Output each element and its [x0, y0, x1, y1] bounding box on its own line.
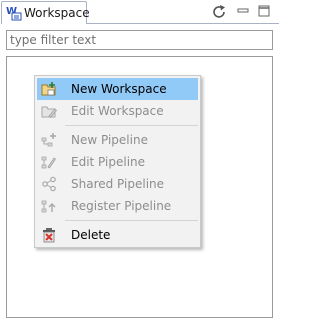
tab-label: Workspace: [24, 6, 90, 20]
menu-item-delete[interactable]: Delete: [37, 224, 198, 246]
menu-item-label: New Pipeline: [71, 133, 148, 147]
tab-bar-divider: [87, 23, 279, 24]
menu-separator: [65, 125, 198, 126]
menu-item-shared-pipeline[interactable]: Shared Pipeline: [37, 173, 198, 195]
menu-item-label: Edit Pipeline: [71, 155, 146, 169]
view-tab-bar: W Workspace: [0, 0, 279, 24]
edit-workspace-icon: [41, 103, 58, 119]
refresh-icon[interactable]: [210, 3, 228, 21]
menu-separator: [65, 220, 198, 221]
share-icon: [41, 176, 57, 192]
new-pipeline-icon: [41, 132, 57, 148]
menu-item-new-pipeline[interactable]: New Pipeline: [37, 129, 198, 151]
menu-item-edit-pipeline[interactable]: Edit Pipeline: [37, 151, 198, 173]
register-pipeline-icon: [41, 198, 57, 214]
menu-item-label: Shared Pipeline: [71, 177, 165, 191]
filter-input[interactable]: [6, 30, 273, 50]
maximize-icon[interactable]: [255, 3, 273, 21]
context-menu: New Workspace Edit Workspace New Pipelin…: [34, 75, 201, 248]
menu-item-label: Edit Workspace: [71, 104, 164, 118]
new-workspace-icon: [41, 81, 57, 97]
minimize-icon[interactable]: [234, 3, 252, 21]
delete-icon: [41, 227, 57, 243]
tab-workspace[interactable]: W Workspace: [1, 1, 90, 24]
menu-item-label: Register Pipeline: [71, 199, 172, 213]
menu-item-new-workspace[interactable]: New Workspace: [37, 78, 198, 100]
menu-item-label: Delete: [71, 228, 111, 242]
menu-item-edit-workspace[interactable]: Edit Workspace: [37, 100, 198, 122]
menu-item-label: New Workspace: [71, 82, 167, 96]
workspace-w-icon: W: [6, 5, 22, 21]
menu-item-register-pipeline[interactable]: Register Pipeline: [37, 195, 198, 217]
edit-pipeline-icon: [41, 154, 57, 170]
